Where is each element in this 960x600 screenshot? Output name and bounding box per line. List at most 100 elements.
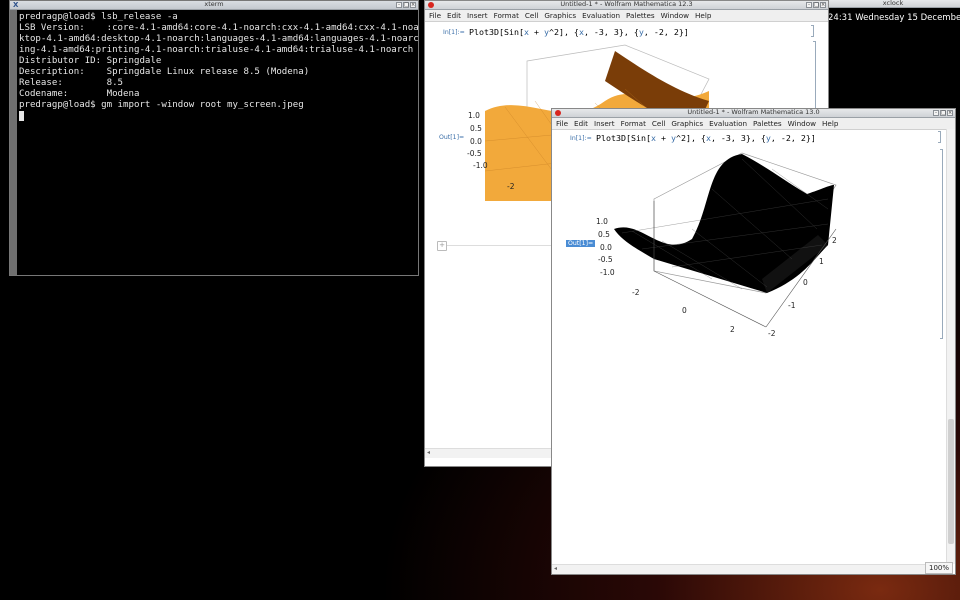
code-text: Plot3D[Sin[ bbox=[596, 133, 651, 143]
cell-bracket[interactable] bbox=[811, 25, 814, 37]
xclock-title: xclock bbox=[882, 0, 904, 7]
terminal-line: Codename: Modena bbox=[19, 89, 140, 99]
close-icon[interactable]: × bbox=[947, 110, 953, 116]
terminal-line: Release: 8.5 bbox=[19, 78, 124, 88]
menu-format[interactable]: Format bbox=[491, 10, 522, 21]
window-controls: - □ × bbox=[933, 110, 953, 116]
math12-menubar: File Edit Insert Format Cell Graphics Evaluati… bbox=[425, 10, 828, 22]
terminal-line: Description: Springdale Linux release 8.… bbox=[19, 67, 310, 77]
scroll-left-icon[interactable]: ◂ bbox=[552, 565, 557, 572]
input-cell[interactable]: Plot3D[Sin[x + y^2], {x, -3, 3}, {y, -2,… bbox=[469, 27, 689, 37]
menu-file[interactable]: File bbox=[425, 10, 444, 21]
math13-vscroll[interactable] bbox=[946, 129, 955, 564]
menu-insert[interactable]: Insert bbox=[464, 10, 491, 21]
code-text: + bbox=[528, 27, 544, 37]
cell-group-bracket[interactable] bbox=[940, 149, 943, 339]
x-tick-label: 2 bbox=[730, 325, 735, 334]
terminal-output[interactable]: predragp@load$ lsb_release -a LSB Version… bbox=[19, 12, 418, 275]
z-tick-label: 1.0 bbox=[596, 217, 608, 226]
input-label: In[1]:= bbox=[443, 29, 465, 36]
terminal-cursor bbox=[19, 111, 24, 121]
menu-edit[interactable]: Edit bbox=[444, 10, 464, 21]
window-controls: - □ × bbox=[806, 2, 826, 8]
menu-help[interactable]: Help bbox=[819, 118, 841, 129]
minimize-icon[interactable]: - bbox=[933, 110, 939, 116]
output-label: Out[1]= bbox=[439, 134, 465, 141]
menu-graphics[interactable]: Graphics bbox=[668, 118, 706, 129]
menu-cell[interactable]: Cell bbox=[522, 10, 541, 21]
math13-titlebar[interactable]: Untitled-1 * - Wolfram Mathematica 13.0 … bbox=[552, 109, 955, 118]
xclock-titlebar[interactable]: xclock bbox=[826, 0, 960, 8]
clock-time: 24:31 Wednesday 15 December bbox=[828, 13, 960, 23]
cell-bracket[interactable] bbox=[938, 131, 941, 143]
z-tick-label: 1.0 bbox=[468, 111, 480, 120]
menu-edit[interactable]: Edit bbox=[571, 118, 591, 129]
math13-hscroll[interactable]: ◂ bbox=[552, 564, 947, 574]
close-icon[interactable]: × bbox=[820, 2, 826, 8]
menu-file[interactable]: File bbox=[552, 118, 571, 129]
y-tick-label: 2 bbox=[832, 236, 837, 245]
minimize-icon[interactable]: - bbox=[396, 2, 402, 8]
x-tick-label: -2 bbox=[632, 288, 640, 297]
terminal-line: ing-4.1-amd64:printing-4.1-noarch:trialu… bbox=[19, 45, 414, 55]
minimize-icon[interactable]: - bbox=[806, 2, 812, 8]
xterm-window[interactable]: X xterm - □ × predragp@load$ lsb_release… bbox=[9, 0, 419, 276]
menu-evaluation[interactable]: Evaluation bbox=[706, 118, 750, 129]
y-tick-label: -2 bbox=[768, 329, 776, 338]
close-icon[interactable]: × bbox=[410, 2, 416, 8]
zoom-level[interactable]: 100% bbox=[924, 562, 953, 574]
math13-title: Untitled-1 * - Wolfram Mathematica 13.0 bbox=[687, 108, 820, 116]
xterm-scrollbar[interactable] bbox=[10, 10, 17, 275]
z-tick-label: -1.0 bbox=[473, 161, 488, 170]
scroll-left-icon[interactable]: ◂ bbox=[425, 449, 430, 456]
code-text: , -2, 2}] bbox=[643, 27, 689, 37]
output-label[interactable]: Out[1]= bbox=[566, 240, 596, 247]
x-tick-label: -2 bbox=[507, 182, 515, 191]
menu-window[interactable]: Window bbox=[658, 10, 692, 21]
terminal-line: Distributor ID: Springdale bbox=[19, 56, 162, 66]
xterm-title: xterm bbox=[204, 0, 224, 8]
menu-evaluation[interactable]: Evaluation bbox=[579, 10, 623, 21]
terminal-line: LSB Version: :core-4.1-amd64:core-4.1-no… bbox=[19, 23, 418, 33]
z-tick-label: -1.0 bbox=[600, 268, 615, 277]
input-cell[interactable]: Plot3D[Sin[x + y^2], {x, -3, 3}, {y, -2,… bbox=[596, 133, 816, 143]
menu-format[interactable]: Format bbox=[618, 118, 649, 129]
math13-menubar: File Edit Insert Format Cell Graphics Evaluati… bbox=[552, 118, 955, 130]
scroll-thumb[interactable] bbox=[948, 419, 954, 544]
code-text: , -2, 2}] bbox=[770, 133, 816, 143]
add-cell-icon[interactable]: + bbox=[437, 241, 447, 251]
code-text: , -3, 3}, { bbox=[710, 133, 766, 143]
y-tick-label: 0 bbox=[803, 278, 808, 287]
mathematica-13-window[interactable]: Untitled-1 * - Wolfram Mathematica 13.0 … bbox=[551, 108, 956, 575]
menu-graphics[interactable]: Graphics bbox=[541, 10, 579, 21]
code-text: ^2], { bbox=[675, 133, 706, 143]
maximize-icon[interactable]: □ bbox=[813, 2, 819, 8]
maximize-icon[interactable]: □ bbox=[940, 110, 946, 116]
z-tick-label: -0.5 bbox=[467, 149, 482, 158]
y-tick-label: -1 bbox=[788, 301, 796, 310]
xterm-titlebar[interactable]: X xterm - □ × bbox=[10, 0, 418, 10]
menu-cell[interactable]: Cell bbox=[649, 118, 668, 129]
math12-titlebar[interactable]: Untitled-1 * - Wolfram Mathematica 12.3 … bbox=[425, 1, 828, 10]
code-text: + bbox=[655, 133, 671, 143]
menu-help[interactable]: Help bbox=[692, 10, 714, 21]
z-tick-label: 0.0 bbox=[470, 137, 482, 146]
menu-window[interactable]: Window bbox=[785, 118, 819, 129]
xclock-window[interactable]: xclock 24:31 Wednesday 15 December bbox=[826, 0, 960, 28]
input-label: In[1]:= bbox=[570, 135, 592, 142]
x-tick-label: 0 bbox=[682, 306, 687, 315]
menu-palettes[interactable]: Palettes bbox=[750, 118, 785, 129]
z-tick-label: 0.5 bbox=[470, 124, 482, 133]
menu-insert[interactable]: Insert bbox=[591, 118, 618, 129]
terminal-line: predragp@load$ gm import -window root my… bbox=[19, 100, 304, 110]
math12-title: Untitled-1 * - Wolfram Mathematica 12.3 bbox=[560, 0, 693, 8]
z-tick-label: 0.5 bbox=[598, 230, 610, 239]
plot3d-graphic-black[interactable]: 1.0 0.5 0.0 -0.5 -1.0 -2 0 2 2 1 0 -1 -2 bbox=[592, 149, 872, 339]
terminal-line: predragp@load$ lsb_release -a bbox=[19, 12, 178, 22]
z-tick-label: 0.0 bbox=[600, 243, 612, 252]
maximize-icon[interactable]: □ bbox=[403, 2, 409, 8]
code-text: Plot3D[Sin[ bbox=[469, 27, 524, 37]
code-text: ^2], { bbox=[548, 27, 579, 37]
terminal-line: ktop-4.1-amd64:desktop-4.1-noarch:langua… bbox=[19, 34, 418, 44]
menu-palettes[interactable]: Palettes bbox=[623, 10, 658, 21]
